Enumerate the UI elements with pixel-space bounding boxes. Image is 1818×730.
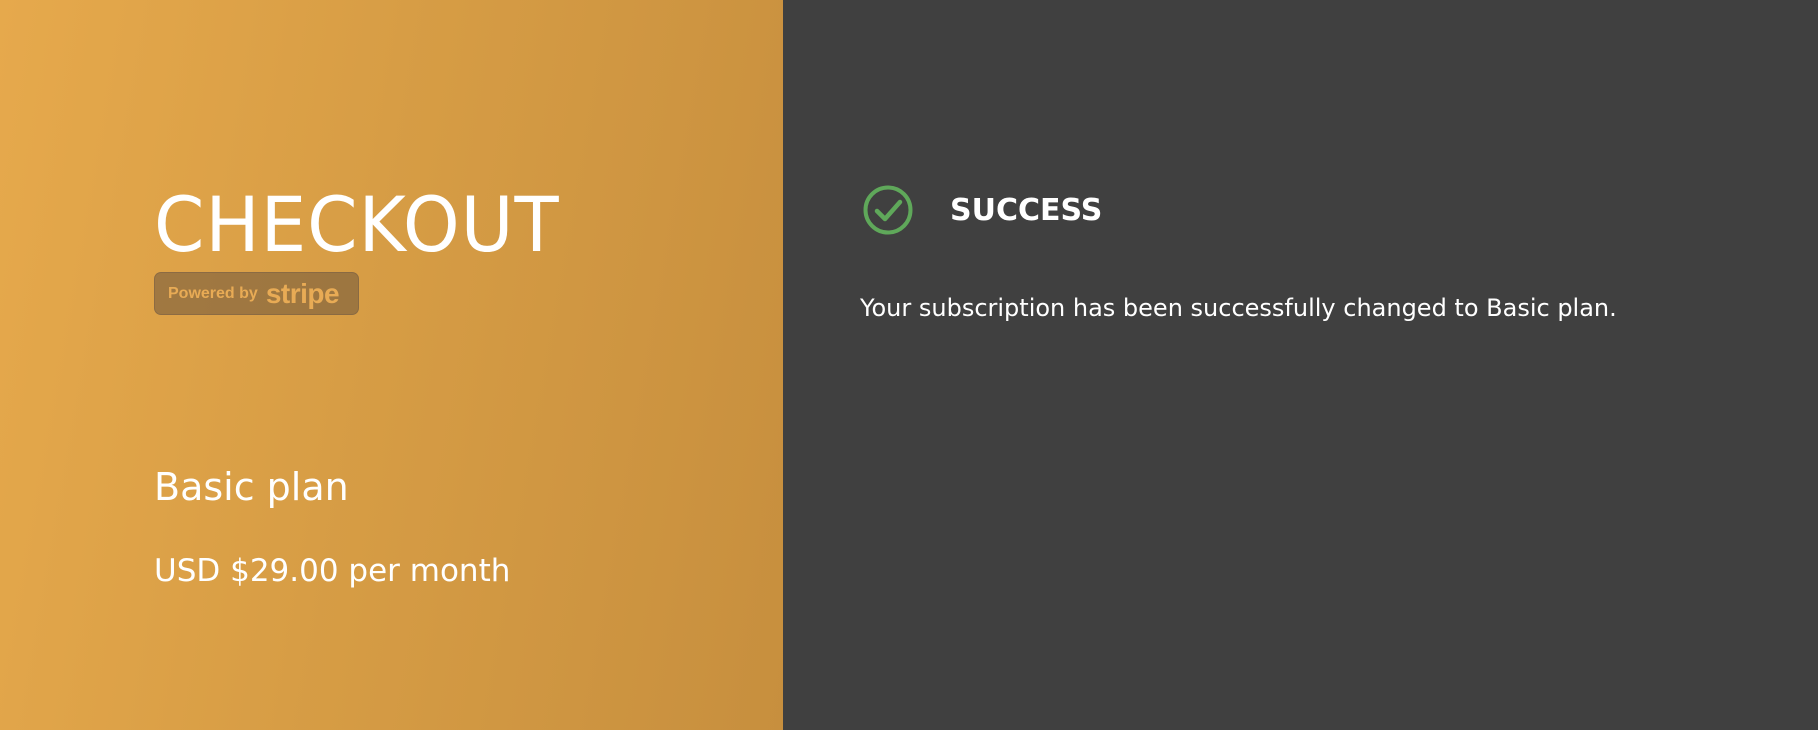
checkout-panel: CHECKOUT Powered by stripe Basic plan US…: [0, 0, 783, 730]
page: CHECKOUT Powered by stripe Basic plan US…: [0, 0, 1818, 730]
plan-price: USD $29.00 per month: [154, 553, 511, 589]
success-header: SUCCESS: [862, 184, 1102, 236]
page-title: CHECKOUT: [154, 180, 560, 269]
success-title: SUCCESS: [950, 192, 1103, 228]
plan-name: Basic plan: [154, 465, 349, 509]
check-circle-icon: [863, 185, 913, 235]
powered-by-label: Powered by: [168, 284, 258, 302]
success-message: Your subscription has been successfully …: [860, 294, 1617, 322]
result-panel: SUCCESS Your subscription has been succe…: [783, 0, 1818, 730]
powered-by-stripe-badge[interactable]: Powered by stripe: [154, 272, 359, 315]
stripe-logo: stripe: [265, 277, 340, 309]
